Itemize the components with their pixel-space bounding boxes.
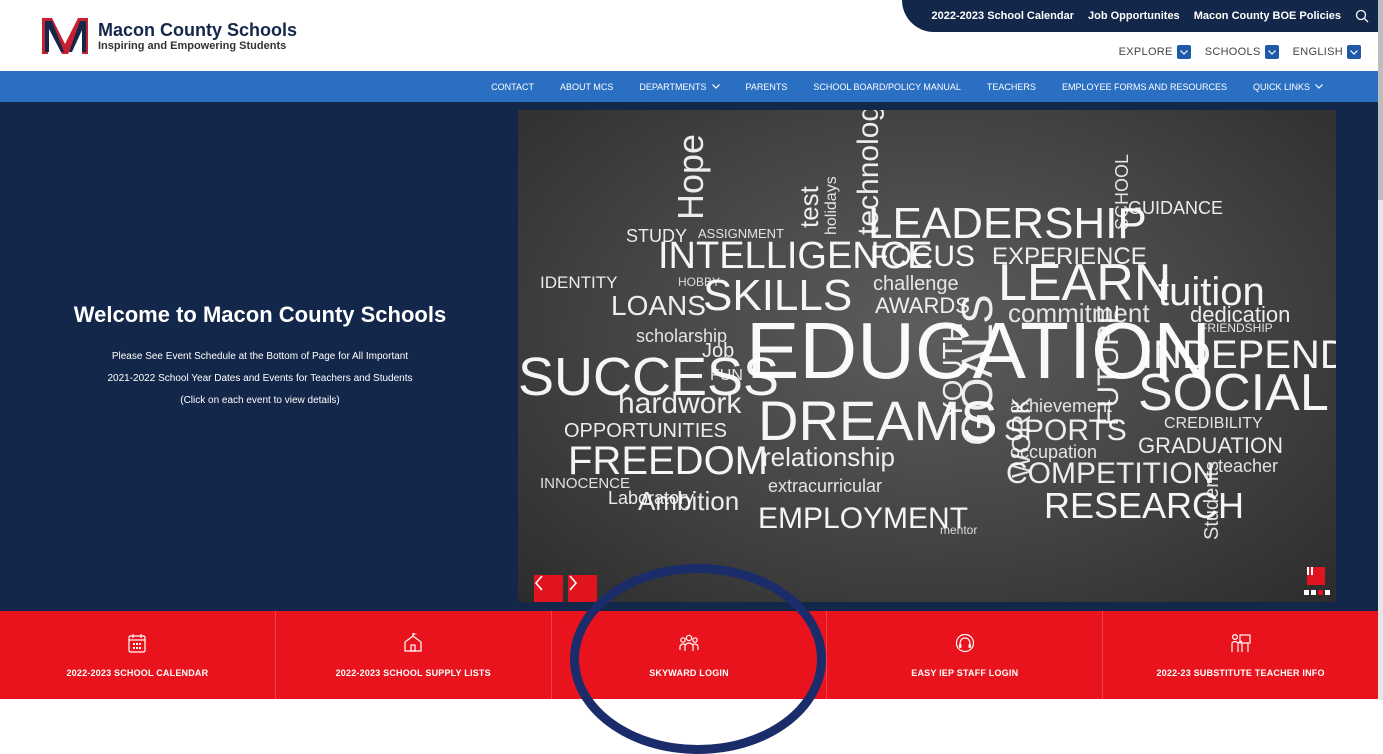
utility-link-policies[interactable]: Macon County BOE Policies [1194, 10, 1341, 22]
slide-indicators [1302, 590, 1330, 595]
chevron-down-icon [1176, 45, 1191, 59]
next-slide-button[interactable] [568, 575, 597, 602]
wordcloud-word: LOANS [611, 290, 706, 321]
nav-teachers[interactable]: TEACHERS [987, 82, 1036, 92]
chevron-down-icon [1315, 84, 1323, 89]
wordcloud-word: teacher [1218, 456, 1278, 476]
prev-slide-button[interactable] [534, 575, 563, 602]
hero-section: Welcome to Macon County Schools Please S… [0, 102, 1383, 611]
quick-link-label: EASY IEP STAFF LOGIN [911, 668, 1019, 678]
utility-bar: 2022-2023 School Calendar Job Opportunit… [902, 0, 1383, 32]
wordcloud-word: IDENTITY [540, 273, 617, 292]
wordcloud-word: mentor [940, 523, 977, 537]
nav-label: SCHOOL BOARD/POLICY MANUAL [813, 81, 961, 92]
utility-link-calendar[interactable]: 2022-2023 School Calendar [932, 10, 1074, 22]
hero-line: 2021-2022 School Year Dates and Events f… [107, 373, 413, 384]
utility-link-jobs[interactable]: Job Opportunites [1088, 10, 1180, 22]
nav-label: QUICK LINKS [1252, 81, 1310, 92]
nav-school-board[interactable]: SCHOOL BOARD/POLICY MANUAL [813, 82, 961, 92]
hero-slide-image[interactable]: Hope test holidays technology SCHOOL STUDY ASS… [518, 110, 1336, 602]
nav-employee-forms[interactable]: EMPLOYEE FORMS AND RESOURCES [1062, 82, 1227, 92]
wordcloud-word: GOALS [953, 294, 1002, 446]
slide-dot[interactable] [1304, 590, 1309, 595]
schools-label: SCHOOLS [1204, 46, 1261, 58]
wordcloud-word: holidays [823, 176, 840, 235]
wordcloud-word: hardwork [618, 387, 742, 420]
quick-link-easy-iep[interactable]: EASY IEP STAFF LOGIN [827, 611, 1104, 699]
chevron-down-icon [711, 84, 720, 89]
wordcloud-word: Job [702, 340, 734, 362]
annotation-highlight-circle [570, 564, 826, 754]
nav-quick-links[interactable]: QUICK LINKS [1253, 82, 1323, 92]
language-dropdown[interactable]: ENGLISH [1293, 45, 1361, 59]
nav-label: EMPLOYEE FORMS AND RESOURCES [1061, 81, 1227, 92]
chevron-right-icon [569, 575, 578, 591]
nav-departments[interactable]: DEPARTMENTS [639, 81, 720, 92]
wordcloud-word: extracurricular [768, 476, 882, 496]
wordcloud-word: CREDIBILITY [1164, 415, 1263, 432]
school-building-icon [404, 633, 422, 652]
slide-dot[interactable] [1311, 590, 1316, 595]
wordcloud-word: EMPLOYMENT [758, 502, 968, 535]
wordcloud-word: Students [1201, 461, 1223, 540]
wordcloud-word: challenge [873, 273, 959, 295]
wordcloud-word: FUN [710, 367, 743, 384]
hero-text: Welcome to Macon County Schools Please S… [40, 302, 480, 412]
teacher-board-icon [1230, 633, 1251, 652]
wordcloud-word: FUTURE [1092, 304, 1125, 426]
headset-icon [955, 633, 974, 653]
pause-slideshow-button[interactable] [1307, 567, 1325, 585]
slide-dot[interactable] [1325, 590, 1330, 595]
hero-title: Welcome to Macon County Schools [73, 302, 447, 327]
site-tagline: Inspiring and Empowering Students [98, 39, 287, 52]
wordcloud-word: relationship [762, 442, 895, 472]
slide-dot[interactable] [1318, 590, 1323, 595]
wordcloud-word: Ambition [638, 486, 739, 516]
wordcloud-word: GRADUATION [1138, 433, 1283, 458]
quick-link-label: 2022-2023 SCHOOL CALENDAR [66, 668, 209, 678]
chevron-down-icon [1347, 45, 1361, 59]
hero-line: Please See Event Schedule at the Bottom … [111, 351, 409, 362]
chevron-left-icon [534, 575, 543, 591]
wordcloud-word: Hope [670, 134, 711, 220]
wordcloud-word: GUIDANCE [1128, 198, 1223, 218]
explore-label: EXPLORE [1118, 46, 1173, 58]
language-label: ENGLISH [1292, 46, 1343, 58]
schools-dropdown[interactable]: SCHOOLS [1205, 45, 1279, 59]
site-logo[interactable]: Macon County Schools Inspiring and Empow… [40, 16, 297, 56]
nav-label: TEACHERS [986, 81, 1036, 92]
nav-label: PARENTS [745, 81, 788, 92]
quick-link-label: 2022-2023 SCHOOL SUPPLY LISTS [335, 668, 491, 678]
nav-contact[interactable]: CONTACT [491, 82, 534, 92]
quick-link-calendar[interactable]: 2022-2023 SCHOOL CALENDAR [0, 611, 276, 699]
nav-label: DEPARTMENTS [639, 81, 707, 92]
education-wordcloud: Hope test holidays technology SCHOOLSTUDY ASS… [518, 110, 1336, 540]
main-nav: CONTACT ABOUT MCS DEPARTMENTS PARENTS SC… [0, 71, 1383, 102]
wordcloud-word: WORK [1006, 396, 1036, 478]
page-scrollbar[interactable] [1378, 0, 1383, 700]
nav-label: ABOUT MCS [560, 81, 614, 92]
chevron-down-icon [1264, 45, 1279, 59]
scrollbar-thumb[interactable] [1378, 0, 1383, 200]
logo-mark [42, 18, 88, 54]
nav-parents[interactable]: PARENTS [746, 82, 788, 92]
nav-about[interactable]: ABOUT MCS [560, 82, 613, 92]
nav-label: CONTACT [491, 81, 534, 92]
explore-dropdown[interactable]: EXPLORE [1119, 45, 1191, 59]
search-icon[interactable] [1355, 9, 1369, 23]
wordcloud-word: SOCIAL [1138, 364, 1329, 422]
hero-line: (Click on each event to view details) [180, 395, 340, 406]
quick-link-substitute-info[interactable]: 2022-23 SUBSTITUTE TEACHER INFO [1103, 611, 1378, 699]
calendar-icon [128, 634, 146, 653]
quick-link-label: 2022-23 SUBSTITUTE TEACHER INFO [1156, 668, 1325, 678]
quick-link-supply-lists[interactable]: 2022-2023 SCHOOL SUPPLY LISTS [276, 611, 552, 699]
site-name: Macon County Schools [98, 19, 298, 40]
header-dropdowns: EXPLORE SCHOOLS ENGLISH [1105, 45, 1361, 59]
wordcloud-word: test [794, 185, 824, 228]
pause-icon [1307, 567, 1313, 575]
wordcloud-word: FOCUS [870, 240, 975, 273]
